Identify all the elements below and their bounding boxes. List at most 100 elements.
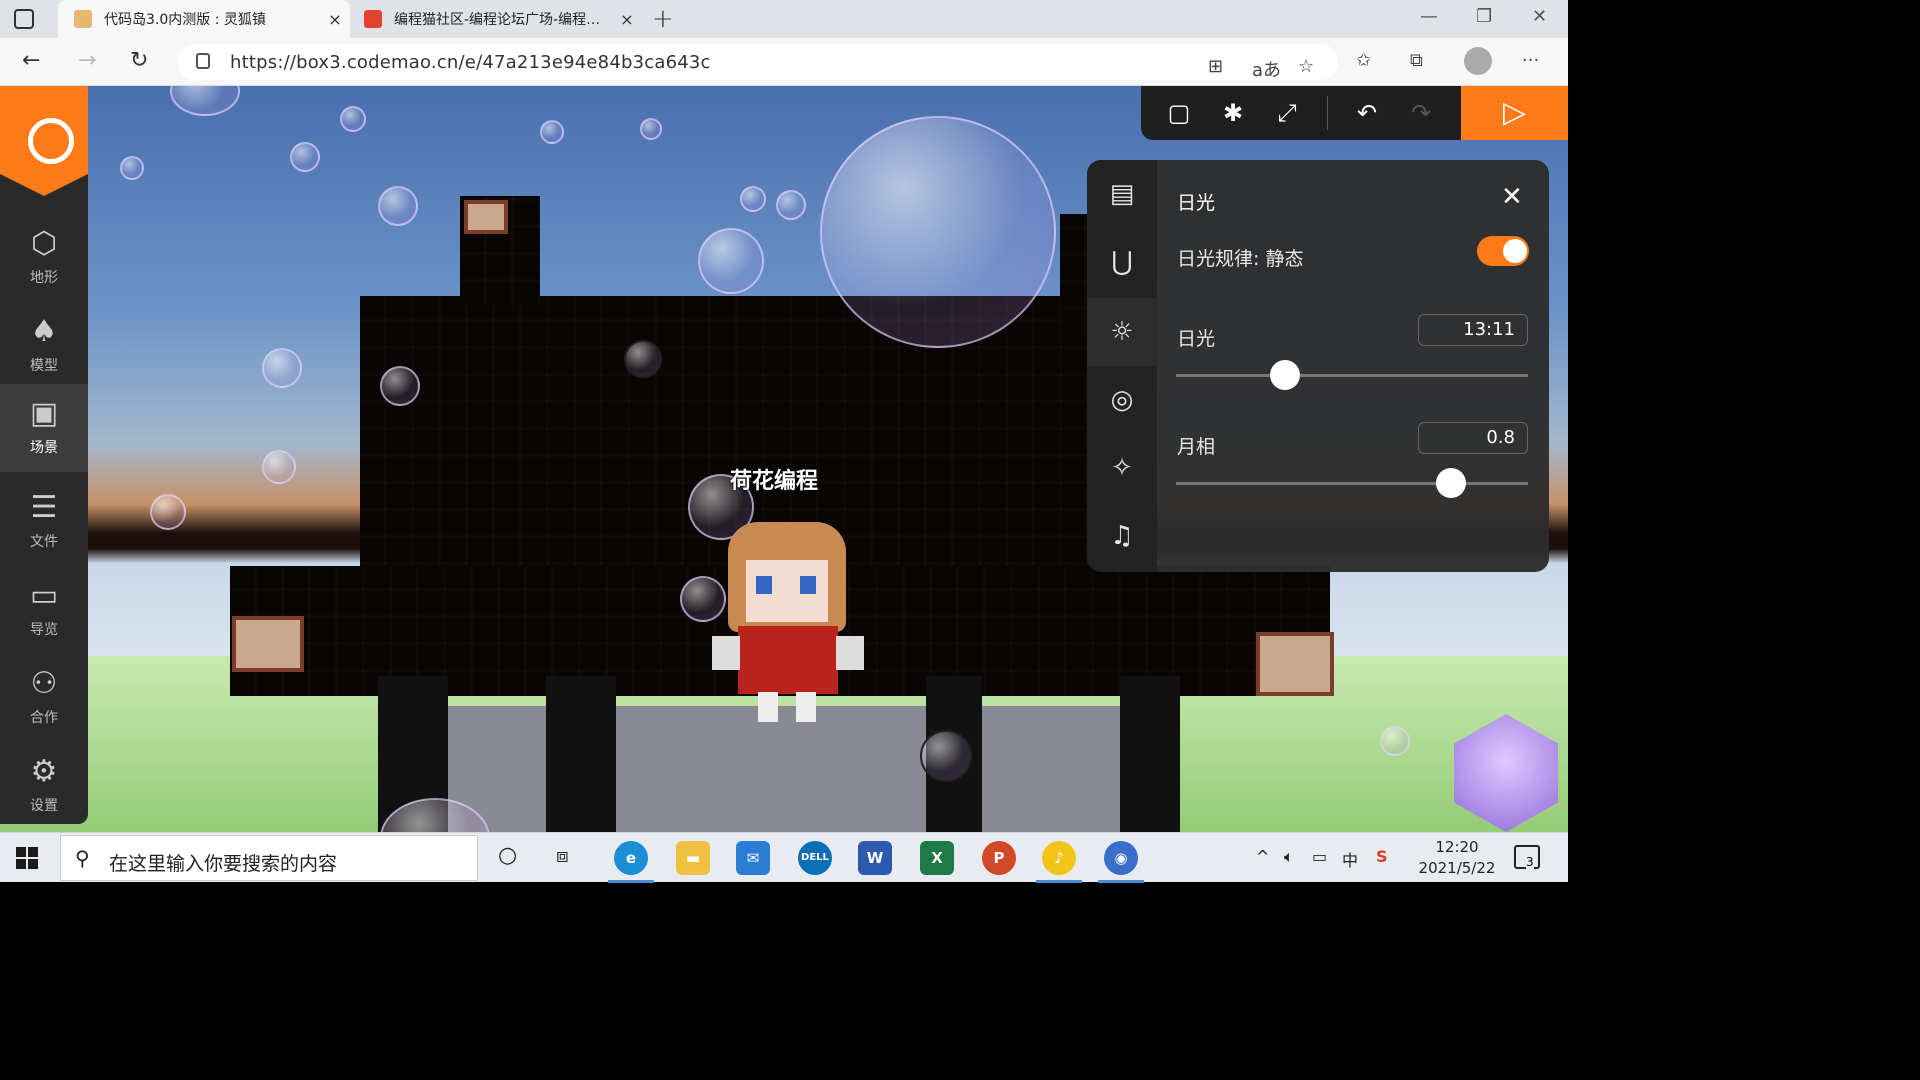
undo-icon[interactable]: ↶	[1349, 96, 1385, 130]
editor-toolbar: ▢ ✱ ⤢ ↶ ↷ ▷	[1141, 86, 1568, 140]
back-arrow-icon[interactable]: ←	[22, 48, 40, 73]
large-bubble	[820, 116, 1056, 348]
daylight-slider-thumb[interactable]	[1270, 360, 1301, 390]
dock-item-files[interactable]: ☰ 文件	[0, 478, 88, 566]
dell-icon[interactable]: DELL	[798, 841, 832, 875]
notification-center-icon[interactable]: 3	[1514, 845, 1540, 869]
fog-icon[interactable]: ◎	[1087, 366, 1157, 434]
folder-icon: ▭	[29, 578, 59, 613]
profile-avatar[interactable]	[1464, 47, 1492, 75]
mail-icon[interactable]: ✉	[736, 841, 770, 875]
sun-icon[interactable]: ☼	[1087, 298, 1157, 366]
bubble	[640, 118, 662, 140]
magnet-icon[interactable]: ⋃	[1087, 228, 1157, 296]
editor-left-dock: ⬡ 地形 ♠ 模型 ▣ 场景 ☰ 文件 ▭ 导览 ⚇ 合作 ⚙ 设置	[0, 86, 88, 824]
tab-actions-icon[interactable]	[14, 9, 34, 29]
battery-icon[interactable]: ▭	[1312, 847, 1327, 866]
lock-icon[interactable]	[196, 53, 210, 69]
minimize-icon[interactable]: —	[1420, 6, 1438, 27]
box3-logo[interactable]	[0, 86, 88, 196]
dock-item-label: 文件	[30, 534, 58, 550]
codemao-favicon-icon	[364, 10, 382, 28]
roof-ornament-right	[1256, 632, 1334, 696]
dock-item-label: 设置	[30, 798, 58, 814]
fullscreen-icon[interactable]: ⤢	[1269, 96, 1305, 130]
moon-phase-input[interactable]: 0.8	[1418, 422, 1528, 454]
new-tab-button[interactable]: +	[652, 4, 674, 34]
edge-browser-icon[interactable]: e	[608, 841, 654, 883]
daylight-time-input[interactable]: 13:11	[1418, 314, 1528, 346]
refresh-icon[interactable]: ↻	[130, 48, 148, 73]
dock-item-settings[interactable]: ⚙ 设置	[0, 742, 88, 830]
windows-start-icon[interactable]	[16, 847, 38, 869]
player-character[interactable]	[712, 506, 864, 726]
toolbar-divider	[1327, 96, 1328, 130]
daylight-slider[interactable]	[1176, 360, 1528, 390]
moon-phase-slider[interactable]	[1176, 468, 1528, 498]
roof-ornament-top	[464, 200, 508, 234]
word-icon[interactable]: W	[858, 841, 892, 875]
windows-taskbar: ⚲ 在这里输入你要搜索的内容 ○ ⧈ e ▬ ✉ DELL W X P ♪ ◉ …	[0, 832, 1568, 883]
more-menu-icon[interactable]: ···	[1522, 50, 1539, 71]
dock-item-terrain[interactable]: ⬡ 地形	[0, 214, 88, 302]
file-explorer-icon[interactable]: ▬	[676, 841, 710, 875]
collections-icon[interactable]: ⧉	[1410, 50, 1423, 71]
powerpoint-icon[interactable]: P	[982, 841, 1016, 875]
favorites-list-icon[interactable]: ✩	[1356, 50, 1371, 71]
tab-codemao-community[interactable]: 编程猫社区-编程论坛广场-编程… ×	[352, 0, 642, 38]
toggle-knob	[1503, 239, 1527, 263]
moon-phase-slider-thumb[interactable]	[1435, 468, 1466, 498]
tab-close-icon[interactable]: ×	[612, 10, 642, 29]
run-button[interactable]: ▷	[1461, 86, 1568, 140]
character-name-label: 荷花编程	[730, 469, 819, 494]
url-field[interactable]: https://box3.codemao.cn/e/47a213e94e84b3…	[178, 44, 1338, 82]
close-icon[interactable]: ✕	[1501, 182, 1523, 212]
bubble	[120, 156, 144, 180]
read-aloud-icon[interactable]: aあ	[1252, 56, 1281, 82]
dock-item-guide[interactable]: ▭ 导览	[0, 566, 88, 654]
redo-icon[interactable]: ↷	[1403, 96, 1439, 130]
favorite-star-icon[interactable]: ☆	[1298, 56, 1314, 77]
fox-logo-icon	[28, 118, 74, 164]
tab-close-icon[interactable]: ×	[320, 10, 350, 29]
ime-indicator[interactable]: 中	[1342, 847, 1358, 871]
url-text[interactable]: https://box3.codemao.cn/e/47a213e94e84b3…	[230, 52, 711, 73]
restore-icon[interactable]: ❐	[1476, 6, 1492, 27]
taskbar-clock[interactable]: 12:20 2021/5/22	[1414, 837, 1500, 879]
bubble	[698, 228, 764, 294]
app-grid-icon[interactable]: ⊞	[1208, 56, 1223, 77]
daylight-rule-toggle[interactable]	[1477, 236, 1529, 266]
character-dress	[738, 626, 838, 694]
character-arm-right	[836, 636, 864, 670]
panel-title: 日光	[1177, 192, 1216, 214]
dock-item-label: 地形	[30, 270, 58, 286]
music-app-icon[interactable]: ♪	[1036, 841, 1082, 883]
excel-icon[interactable]: X	[920, 841, 954, 875]
cortana-icon[interactable]: ○	[498, 843, 517, 868]
music-note-icon[interactable]: ♫	[1087, 502, 1157, 570]
taskbar-search-box[interactable]: ⚲ 在这里输入你要搜索的内容	[60, 835, 478, 881]
close-window-icon[interactable]: ✕	[1532, 6, 1547, 27]
character-eye-left	[756, 576, 772, 594]
sogou-ime-icon[interactable]: S	[1376, 847, 1388, 866]
dock-item-collab[interactable]: ⚇ 合作	[0, 654, 88, 742]
file-list-icon: ☰	[30, 490, 58, 525]
comment-icon[interactable]: ▢	[1161, 96, 1197, 130]
tab-codemao-island[interactable]: 代码岛3.0内测版 : 灵狐镇 ×	[58, 0, 350, 38]
browser-tab-bar: 代码岛3.0内测版 : 灵狐镇 × 编程猫社区-编程论坛广场-编程… × + —…	[0, 0, 1568, 38]
bug-icon[interactable]: ✱	[1215, 96, 1251, 130]
bubble	[740, 186, 766, 212]
codemao-app-icon[interactable]: ◉	[1098, 841, 1144, 883]
volume-icon[interactable]: 🔈︎	[1284, 847, 1294, 867]
document-icon[interactable]: ▤	[1087, 160, 1157, 228]
bubble	[262, 450, 296, 484]
tray-expand-icon[interactable]: ^	[1256, 847, 1269, 866]
sparkle-icon[interactable]: ✧	[1087, 434, 1157, 502]
tab-title: 编程猫社区-编程论坛广场-编程…	[394, 12, 601, 28]
character-leg-right	[796, 692, 816, 722]
task-view-icon[interactable]: ⧈	[556, 843, 569, 867]
dock-item-scene[interactable]: ▣ 场景	[0, 384, 88, 472]
bubble	[170, 86, 240, 116]
dock-item-model[interactable]: ♠ 模型	[0, 302, 88, 390]
forward-arrow-icon[interactable]: →	[78, 48, 96, 73]
